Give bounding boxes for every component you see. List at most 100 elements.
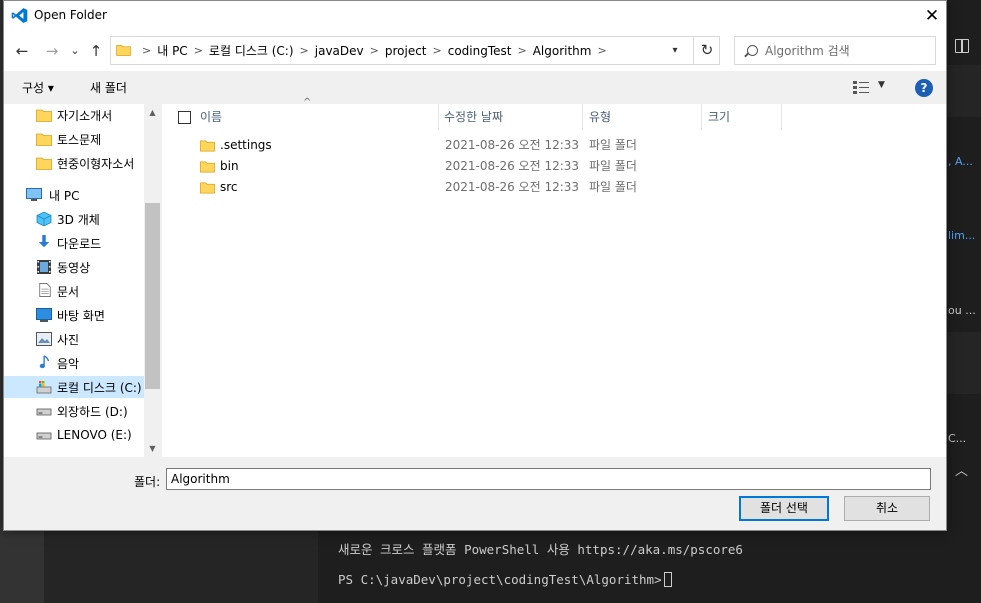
- document-icon: [39, 283, 51, 297]
- breadcrumb-item[interactable]: project: [385, 44, 427, 58]
- dialog-title: Open Folder: [34, 8, 107, 22]
- up-button[interactable]: ↑: [86, 41, 106, 61]
- column-header-type[interactable]: 유형: [589, 104, 611, 130]
- scroll-thumb[interactable]: [145, 203, 160, 389]
- file-date: 2021-08-26 오전 12:33: [445, 180, 580, 194]
- sidebar-item-desktop[interactable]: 바탕 화면: [4, 304, 144, 326]
- picture-icon: [36, 332, 52, 346]
- file-name: .settings: [220, 138, 272, 152]
- list-item[interactable]: .settings 2021-08-26 오전 12:33 파일 폴더: [162, 135, 946, 156]
- sidebar-item-folder[interactable]: 현중이형자소서: [4, 152, 144, 174]
- file-name: bin: [220, 159, 239, 173]
- sidebar-item-label: 로컬 디스크 (C:): [57, 380, 142, 395]
- breadcrumb-separator-icon[interactable]: >: [194, 44, 203, 57]
- folder-icon: [116, 45, 131, 56]
- folder-icon: [200, 182, 215, 194]
- sidebar-item-documents[interactable]: 문서: [4, 280, 144, 302]
- search-icon: [747, 45, 758, 56]
- view-options-icon[interactable]: [853, 81, 869, 94]
- help-icon[interactable]: ?: [915, 79, 933, 97]
- breadcrumb-item[interactable]: Algorithm: [533, 44, 592, 58]
- list-item[interactable]: bin 2021-08-26 오전 12:33 파일 폴더: [162, 156, 946, 177]
- breadcrumb-separator-icon[interactable]: >: [433, 44, 442, 57]
- sidebar-item-drive-e[interactable]: LENOVO (E:): [4, 424, 144, 446]
- column-header-date[interactable]: 수정한 날짜: [444, 104, 503, 130]
- folder-icon: [36, 109, 52, 122]
- folder-icon: [36, 157, 52, 170]
- column-header-size[interactable]: 크기: [708, 104, 730, 130]
- terminal-prompt-line[interactable]: PS C:\javaDev\project\codingTest\Algorit…: [338, 572, 672, 587]
- navigation-bar: ← → ⌄ ↑ > 내 PC > 로컬 디스크 (C:) > javaDev >…: [4, 31, 946, 71]
- drive-icon: [36, 432, 52, 440]
- breadcrumb-separator-icon[interactable]: >: [370, 44, 379, 57]
- breadcrumb-separator-icon[interactable]: >: [517, 44, 526, 57]
- column-divider[interactable]: [438, 104, 439, 130]
- folder-label: 폴더:: [134, 475, 161, 489]
- split-editor-icon[interactable]: [955, 39, 969, 53]
- breadcrumb-item[interactable]: 로컬 디스크 (C:): [209, 42, 294, 59]
- refresh-icon[interactable]: ↻: [693, 37, 720, 64]
- sidebar-item-drive-d[interactable]: 외장하드 (D:): [4, 400, 144, 422]
- new-folder-button[interactable]: 새 폴더: [90, 79, 127, 96]
- organize-button[interactable]: 구성 ▾: [22, 79, 54, 96]
- address-bar[interactable]: > 내 PC > 로컬 디스크 (C:) > javaDev > project…: [110, 36, 720, 65]
- view-dropdown-icon[interactable]: ▼: [878, 80, 885, 90]
- dialog-footer: 폴더: 폴더 선택 취소: [4, 457, 946, 530]
- bg-text-fragment: ou ...: [948, 304, 976, 317]
- sidebar-item-label: LENOVO (E:): [57, 428, 132, 442]
- sidebar-item-folder[interactable]: 토스문제: [4, 128, 144, 150]
- sidebar-item-label: 바탕 화면: [57, 308, 105, 323]
- title-bar: Open Folder ✕: [4, 1, 946, 31]
- sidebar-item-music[interactable]: 음악: [4, 352, 144, 374]
- select-folder-button[interactable]: 폴더 선택: [739, 496, 829, 521]
- recent-locations-button[interactable]: ⌄: [65, 41, 85, 61]
- panel-band: [946, 332, 981, 394]
- back-button[interactable]: ←: [12, 41, 32, 61]
- terminal-cursor: [663, 572, 672, 587]
- video-icon: [37, 260, 51, 274]
- column-divider[interactable]: [582, 104, 583, 130]
- chevron-up-icon[interactable]: ︿: [955, 460, 968, 479]
- vscode-logo-icon: [11, 8, 28, 23]
- sidebar-item-label: 문서: [57, 284, 80, 299]
- cancel-button[interactable]: 취소: [844, 496, 930, 521]
- folder-name-input[interactable]: [166, 468, 931, 490]
- column-divider[interactable]: [701, 104, 702, 130]
- list-item[interactable]: src 2021-08-26 오전 12:33 파일 폴더: [162, 177, 946, 198]
- breadcrumb-separator-icon[interactable]: >: [300, 44, 309, 57]
- terminal-panel[interactable]: 새로운 크로스 플랫폼 PowerShell 사용 https://aka.ms…: [318, 530, 981, 603]
- sidebar-item-downloads[interactable]: 다운로드: [4, 232, 144, 254]
- close-button[interactable]: ✕: [920, 4, 944, 28]
- search-box[interactable]: [734, 36, 936, 65]
- navigation-scrollbar[interactable]: ▲ ▼: [144, 104, 161, 457]
- breadcrumb-item[interactable]: javaDev: [315, 44, 364, 58]
- select-all-checkbox[interactable]: [178, 111, 191, 124]
- sidebar-item-label: 토스문제: [57, 132, 102, 147]
- breadcrumb-item[interactable]: codingTest: [448, 44, 512, 58]
- local-disk-icon: [36, 381, 52, 394]
- file-type: 파일 폴더: [589, 138, 637, 152]
- file-type: 파일 폴더: [589, 180, 637, 194]
- scroll-up-icon[interactable]: ▲: [144, 104, 161, 121]
- folder-icon: [200, 140, 215, 152]
- bg-text-fragment: lim...: [948, 229, 976, 242]
- file-date: 2021-08-26 오전 12:33: [445, 159, 580, 173]
- forward-button[interactable]: →: [42, 41, 62, 61]
- breadcrumb-item[interactable]: 내 PC: [157, 42, 187, 59]
- sidebar-item-folder[interactable]: 자기소개서: [4, 104, 144, 126]
- address-dropdown-icon[interactable]: ▾: [665, 37, 685, 64]
- sidebar-item-this-pc[interactable]: 내 PC: [4, 184, 144, 206]
- folder-icon: [36, 133, 52, 146]
- search-input[interactable]: [765, 41, 930, 60]
- sidebar-item-label: 다운로드: [57, 236, 102, 251]
- sidebar-item-pictures[interactable]: 사진: [4, 328, 144, 350]
- breadcrumb-separator-icon[interactable]: >: [597, 44, 606, 57]
- sidebar-item-label: 음악: [57, 356, 80, 371]
- sidebar-item-3d-objects[interactable]: 3D 개체: [4, 208, 144, 230]
- column-divider[interactable]: [781, 104, 782, 130]
- sidebar-item-videos[interactable]: 동영상: [4, 256, 144, 278]
- scroll-down-icon[interactable]: ▼: [144, 440, 161, 457]
- sidebar-item-local-disk-c[interactable]: 로컬 디스크 (C:): [4, 376, 144, 398]
- breadcrumb-separator-icon: >: [142, 44, 152, 57]
- column-header-name[interactable]: 이름: [200, 104, 222, 130]
